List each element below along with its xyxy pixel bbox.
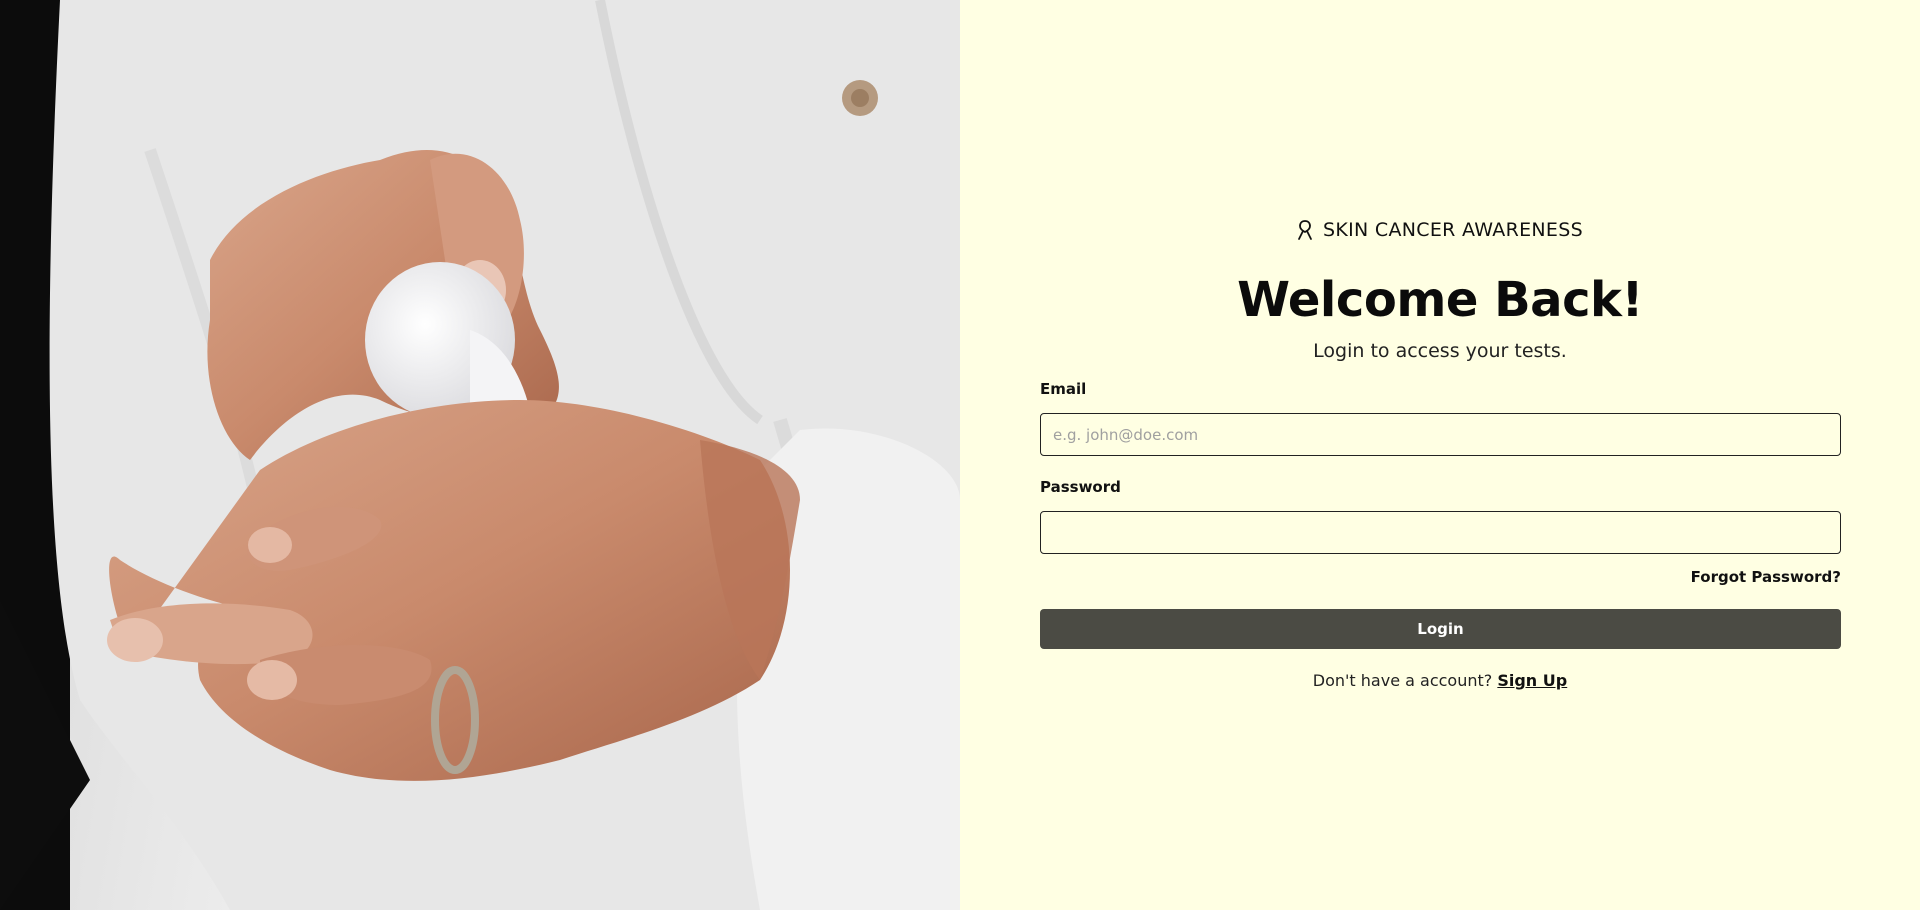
password-label: Password xyxy=(1040,478,1121,496)
signup-link[interactable]: Sign Up xyxy=(1497,671,1567,690)
hero-photo xyxy=(0,0,960,910)
email-field[interactable] xyxy=(1040,413,1841,456)
signup-prompt: Don't have a account? xyxy=(1312,671,1498,690)
signup-row: Don't have a account? Sign Up xyxy=(960,671,1920,690)
awareness-ribbon-icon xyxy=(1298,220,1312,240)
password-field[interactable] xyxy=(1040,511,1841,554)
email-label: Email xyxy=(1040,380,1087,398)
login-button[interactable]: Login xyxy=(1040,609,1841,649)
brand-name: SKIN CANCER AWARENESS xyxy=(1323,219,1583,241)
brand: SKIN CANCER AWARENESS xyxy=(960,219,1920,241)
login-page: SKIN CANCER AWARENESS Welcome Back! Logi… xyxy=(0,0,1920,910)
forgot-password-link[interactable]: Forgot Password? xyxy=(1691,568,1841,586)
hands-applying-lotion-illustration xyxy=(0,0,960,910)
login-panel: SKIN CANCER AWARENESS Welcome Back! Logi… xyxy=(960,0,1920,910)
page-title: Welcome Back! xyxy=(1237,272,1643,328)
page-subtitle: Login to access your tests. xyxy=(1313,340,1567,362)
